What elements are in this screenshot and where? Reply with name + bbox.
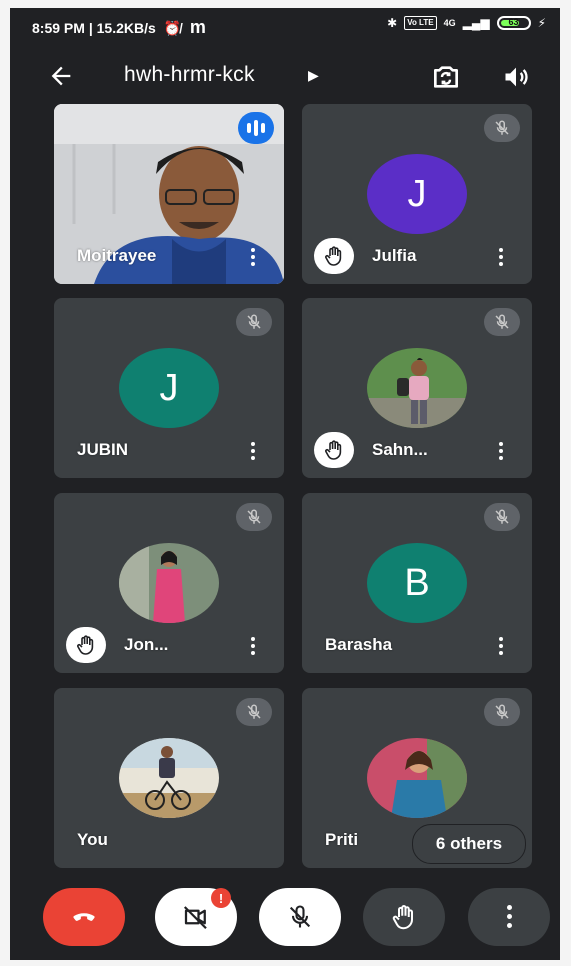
participant-name: JUBIN [77,440,129,459]
participant-name: Barasha [325,635,393,654]
volte-icon: Vo LTE [404,16,437,30]
microphone-toggle-button[interactable] [259,888,341,946]
signal-icon: ▂▄▆ [462,16,490,30]
avatar-photo [119,543,219,623]
status-time: 8:59 PM [32,20,85,36]
others-count-chip[interactable]: 6 others [412,824,526,864]
meeting-header: hwh-hrmr-kck ▶ [10,48,560,104]
raise-hand-button[interactable] [363,888,445,946]
battery-icon: 63 [496,16,531,30]
more-options-button[interactable] [468,888,550,946]
flip-camera-icon[interactable] [430,61,462,93]
caret-right-icon[interactable]: ▶ [308,67,319,84]
end-call-icon [73,913,95,921]
participant-tile-barasha[interactable]: B Barasha [302,493,532,673]
camera-toggle-button[interactable]: ! [155,888,237,946]
mic-off-icon [484,503,520,531]
speaker-icon[interactable] [502,63,530,91]
alarm-off-icon: ⏰̸ [159,20,181,36]
raised-hand-icon [314,238,354,274]
participant-name: Priti [325,830,359,849]
more-options-icon[interactable] [248,246,258,268]
raise-hand-icon [392,905,413,930]
participant-tile-julfia[interactable]: J Julfia [302,104,532,284]
bluetooth-icon: ✱ [387,16,398,30]
more-options-icon[interactable] [496,440,506,462]
participant-name: Jon... [124,635,169,654]
avatar-photo [367,738,467,818]
participant-name: Julfia [372,246,417,265]
participant-tile-jubin[interactable]: J JUBIN [54,298,284,478]
avatar: B [367,543,467,623]
raised-hand-icon [66,627,106,663]
speaking-indicator-icon [238,112,274,144]
battery-level: 63 [508,17,519,27]
status-left: 8:59 PM | 15.2KB/s ⏰̸ m [32,17,206,37]
participant-tile-sahn[interactable]: Sahn... [302,298,532,478]
avatar: J [119,348,219,428]
more-options-icon[interactable] [248,635,258,657]
more-options-icon[interactable] [248,440,258,462]
network-type: 4G [443,18,456,28]
participant-name: Sahn... [372,440,428,459]
charging-icon: ⚡ [537,16,546,30]
participant-tile-moitrayee[interactable]: Moitrayee [54,104,284,284]
more-options-icon[interactable] [496,635,506,657]
avatar: J [367,154,467,234]
mic-off-icon [236,503,272,531]
end-call-button[interactable] [43,888,125,946]
camera-warning-badge: ! [211,888,231,908]
mic-off-icon [484,698,520,726]
camera-off-icon [183,906,207,930]
meet-screen: 8:59 PM | 15.2KB/s ⏰̸ m ✱ Vo LTE 4G ▂▄▆ … [10,8,560,960]
avatar-photo [119,738,219,818]
mic-off-icon [484,308,520,336]
participant-tile-you[interactable]: You [54,688,284,868]
status-right: ✱ Vo LTE 4G ▂▄▆ 63 ⚡ [387,16,546,30]
raised-hand-icon [314,432,354,468]
meeting-code[interactable]: hwh-hrmr-kck [124,63,255,87]
avatar-photo [367,348,467,428]
mic-off-icon [484,114,520,142]
mic-off-icon [236,698,272,726]
back-arrow-icon[interactable] [46,62,76,90]
network-speed: 15.2KB/s [96,20,156,36]
status-bar: 8:59 PM | 15.2KB/s ⏰̸ m ✱ Vo LTE 4G ▂▄▆ … [10,8,560,42]
participant-name: You [77,830,108,849]
app-m-icon: m [184,17,206,37]
more-options-icon[interactable] [496,246,506,268]
participant-tile-jon[interactable]: Jon... [54,493,284,673]
participant-name: Moitrayee [77,246,157,265]
mic-off-icon [289,905,311,928]
more-vert-icon [504,903,514,932]
mic-off-icon [236,308,272,336]
